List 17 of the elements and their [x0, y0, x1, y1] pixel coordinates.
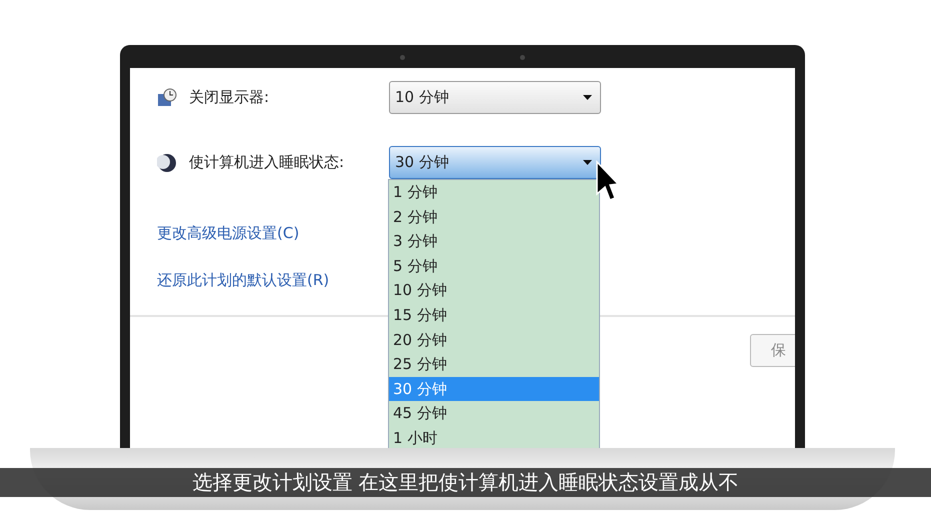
dropdown-option[interactable]: 3 分钟 [389, 229, 599, 254]
setting-label: 关闭显示器: [189, 87, 270, 108]
dropdown-option[interactable]: 2 分钟 [389, 204, 599, 230]
settings-link[interactable]: 更改高级电源设置(C) [130, 224, 300, 242]
subtitle-caption: 选择更改计划设置 在这里把使计算机进入睡眠状态设置成从不 [0, 468, 931, 497]
dropdown-select[interactable]: 10 分钟 [389, 81, 601, 114]
setting-label: 使计算机进入睡眠状态: [189, 152, 344, 174]
dropdown-option[interactable]: 1 分钟 [389, 180, 599, 205]
dropdown-option[interactable]: 1 小时 [389, 426, 599, 448]
dropdown-option[interactable]: 5 分钟 [389, 254, 599, 278]
dropdown-option[interactable]: 10 分钟 [389, 278, 599, 303]
dropdown-option[interactable]: 25 分钟 [389, 352, 599, 377]
dropdown-option[interactable]: 20 分钟 [389, 328, 599, 352]
dropdown-option[interactable]: 45 分钟 [389, 401, 599, 426]
dropdown-select[interactable]: 30 分钟 [389, 146, 601, 179]
settings-link[interactable]: 还原此计划的默认设置(R) [130, 270, 330, 288]
dropdown-option[interactable]: 15 分钟 [389, 302, 599, 328]
